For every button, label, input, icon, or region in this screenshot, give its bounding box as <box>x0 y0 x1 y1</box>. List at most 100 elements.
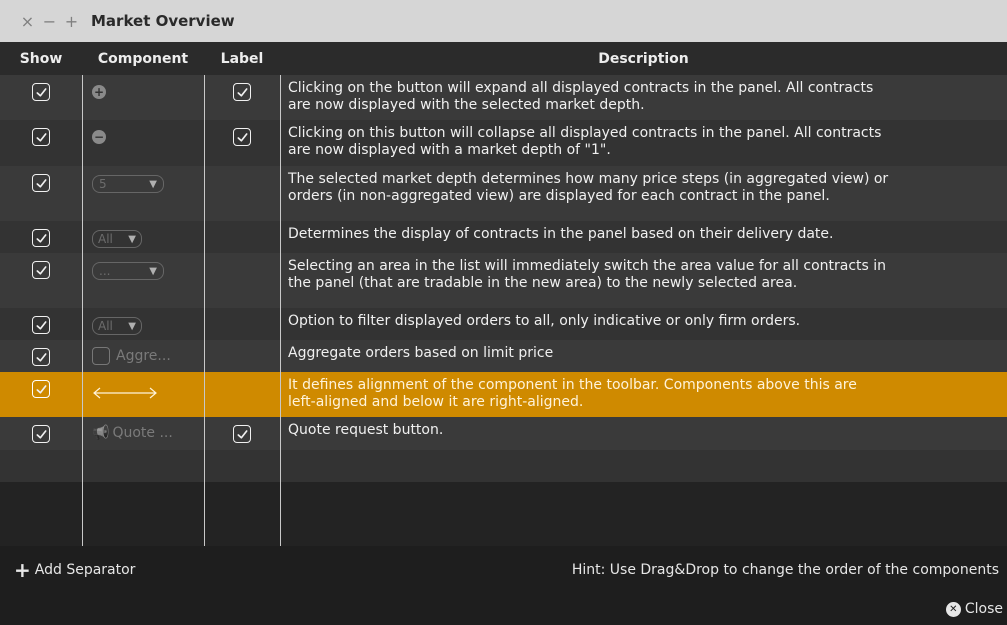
label-cell <box>204 417 280 450</box>
components-table: + Clicking on the button will expand all … <box>0 75 1007 546</box>
dropdown-value: ... <box>99 264 111 278</box>
checkmark-icon <box>35 320 47 330</box>
checkmark-icon <box>35 352 47 362</box>
minimize-window-icon[interactable]: − <box>42 12 57 31</box>
show-cell <box>0 340 82 372</box>
show-checkbox[interactable] <box>32 128 50 146</box>
description-line: The selected market depth determines how… <box>288 171 889 187</box>
label-cell <box>204 120 280 166</box>
description-cell: Selecting an area in the list will immed… <box>280 253 1007 308</box>
component-cell: 5 ▼ <box>82 166 204 221</box>
dropdown-value: All <box>98 319 113 333</box>
component-cell: + <box>82 75 204 120</box>
column-header-show[interactable]: Show <box>0 51 82 67</box>
component-cell: All ▼ <box>82 221 204 253</box>
empty-row <box>0 450 1007 482</box>
close-window-icon[interactable]: × <box>20 12 35 31</box>
checkmark-icon <box>35 429 47 439</box>
megaphone-icon: 📢 <box>92 425 110 441</box>
show-cell <box>0 120 82 166</box>
description-cell: Aggregate orders based on limit price <box>280 340 1007 372</box>
description-line: Selecting an area in the list will immed… <box>288 258 887 274</box>
description-line: It defines alignment of the component in… <box>288 377 857 393</box>
column-divider <box>82 75 83 546</box>
maximize-window-icon[interactable]: + <box>64 12 79 31</box>
description-line: left-aligned and below it are right-alig… <box>288 394 584 410</box>
component-text: Quote ... <box>112 425 173 441</box>
component-text: Aggre... <box>116 348 171 364</box>
dropdown-value: All <box>98 232 113 246</box>
show-checkbox[interactable] <box>32 425 50 443</box>
label-checkbox[interactable] <box>233 83 251 101</box>
description-line: the panel (that are tradable in the new … <box>288 275 798 291</box>
show-checkbox[interactable] <box>32 229 50 247</box>
label-cell <box>204 166 280 221</box>
table-header: Show Component Label Description <box>0 42 1007 75</box>
show-checkbox[interactable] <box>32 261 50 279</box>
table-row[interactable]: Aggre... Aggregate orders based on limit … <box>0 340 1007 372</box>
description-line: Clicking on this button will collapse al… <box>288 125 882 141</box>
table-row[interactable]: ... ▼ Selecting an area in the list will i… <box>0 253 1007 308</box>
show-cell <box>0 75 82 120</box>
label-checkbox[interactable] <box>233 425 251 443</box>
table-row[interactable]: − Clicking on this button will collapse a… <box>0 120 1007 166</box>
description-cell: Quote request button. <box>280 417 1007 450</box>
checkmark-icon <box>35 178 47 188</box>
table-row[interactable]: 5 ▼ The selected market depth determines h… <box>0 166 1007 221</box>
checkmark-icon <box>35 265 47 275</box>
component-cell: − <box>82 120 204 166</box>
show-cell <box>0 417 82 450</box>
column-header-description[interactable]: Description <box>280 51 1007 67</box>
close-button[interactable]: ✕ Close <box>945 601 1003 617</box>
column-header-component[interactable]: Component <box>82 51 204 67</box>
add-separator-button[interactable]: + Add Separator <box>14 560 135 580</box>
table-row[interactable]: It defines alignment of the component in… <box>0 372 1007 417</box>
description-line: Clicking on the button will expand all d… <box>288 80 874 96</box>
chevron-down-icon: ▼ <box>149 178 157 190</box>
show-cell <box>0 372 82 417</box>
description-cell: Clicking on the button will expand all d… <box>280 75 1007 120</box>
footer-bar: + Add Separator Hint: Use Drag&Drop to c… <box>0 546 1007 593</box>
show-checkbox[interactable] <box>32 83 50 101</box>
checkmark-icon <box>35 233 47 243</box>
component-dropdown: ... ▼ <box>92 262 164 280</box>
column-header-label[interactable]: Label <box>204 51 280 67</box>
description-line: Determines the display of contracts in t… <box>288 226 834 242</box>
description-line: are now displayed with a market depth of… <box>288 142 611 158</box>
component-cell <box>82 372 204 417</box>
double-arrow-icon <box>93 387 157 399</box>
add-separator-label: Add Separator <box>34 561 136 578</box>
aggregate-checkbox-preview <box>92 347 110 365</box>
chevron-down-icon: ▼ <box>128 233 136 245</box>
column-divider <box>280 75 281 546</box>
title-bar: × − + Market Overview <box>0 0 1007 42</box>
table-row[interactable]: 📢 Quote ... Quote request button. <box>0 417 1007 450</box>
show-checkbox[interactable] <box>32 380 50 398</box>
minus-circle-icon: − <box>92 130 106 144</box>
description-line: Aggregate orders based on limit price <box>288 345 554 361</box>
table-row[interactable]: All ▼ Determines the display of contracts … <box>0 221 1007 253</box>
label-cell <box>204 75 280 120</box>
column-divider <box>204 75 205 546</box>
label-checkbox[interactable] <box>233 128 251 146</box>
checkmark-icon <box>35 384 47 394</box>
label-cell <box>204 308 280 340</box>
show-checkbox[interactable] <box>32 174 50 192</box>
dropdown-value: 5 <box>99 177 107 191</box>
component-dropdown: 5 ▼ <box>92 175 164 193</box>
show-cell <box>0 308 82 340</box>
checkmark-icon <box>236 132 248 142</box>
footer-actions: ✕ Close <box>0 593 1007 625</box>
description-cell: Clicking on this button will collapse al… <box>280 120 1007 166</box>
component-cell: All ▼ <box>82 308 204 340</box>
table-row[interactable]: + Clicking on the button will expand all … <box>0 75 1007 120</box>
component-cell: 📢 Quote ... <box>82 417 204 450</box>
description-cell: It defines alignment of the component in… <box>280 372 1007 417</box>
show-checkbox[interactable] <box>32 348 50 366</box>
show-checkbox[interactable] <box>32 316 50 334</box>
table-row[interactable]: All ▼ Option to filter displayed orders to… <box>0 308 1007 340</box>
checkmark-icon <box>236 429 248 439</box>
checkmark-icon <box>236 87 248 97</box>
plus-icon: + <box>14 557 31 582</box>
window-title: Market Overview <box>91 12 235 30</box>
